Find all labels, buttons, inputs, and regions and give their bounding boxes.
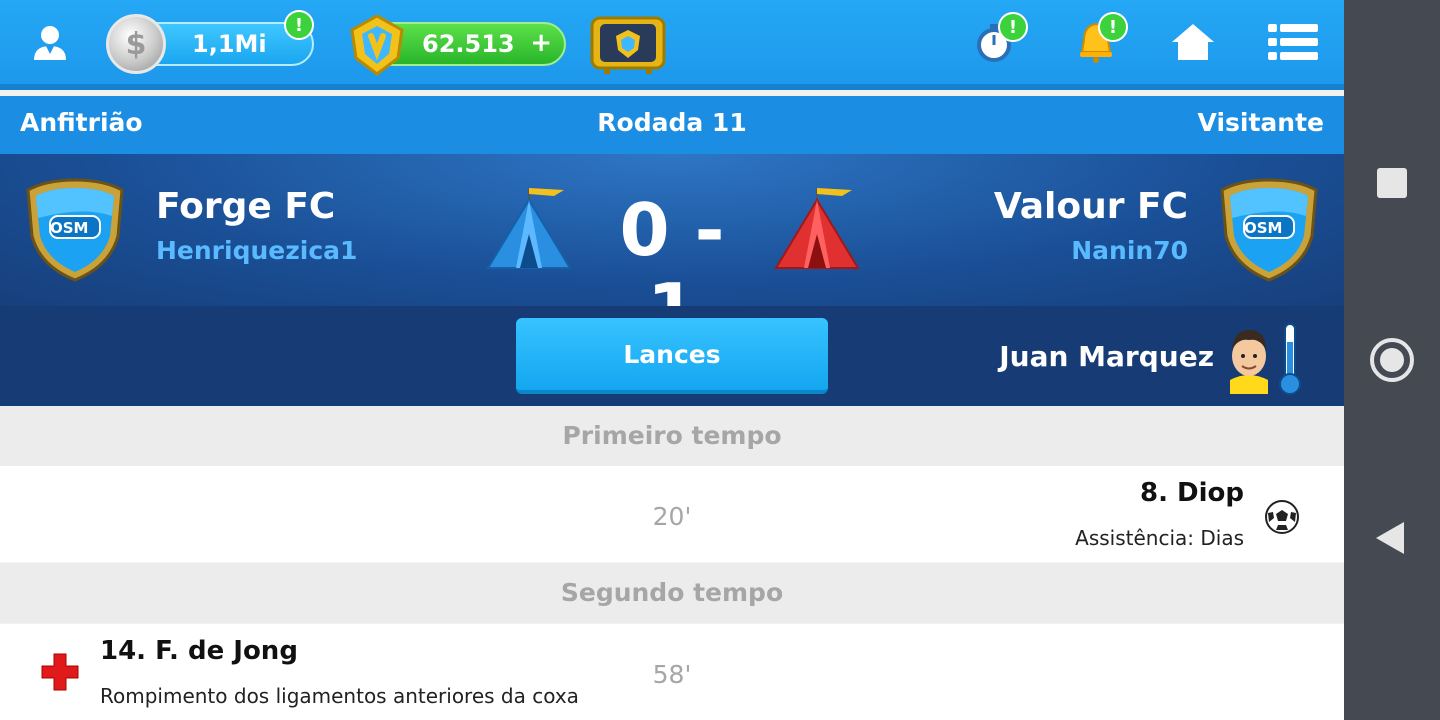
round-label: Rodada 11 — [597, 108, 747, 137]
event-detail: Rompimento dos ligamentos anteriores da … — [100, 684, 579, 708]
referee-avatar-icon[interactable] — [1224, 322, 1274, 394]
event-detail: Assistência: Dias — [1075, 526, 1244, 550]
home-manager-name[interactable]: Henriquezica1 — [156, 236, 357, 265]
boss-coin-icon — [350, 14, 404, 76]
home-nav-icon[interactable] — [1370, 338, 1414, 382]
second-half-header: Segundo tempo — [0, 563, 1344, 623]
thermometer-icon — [1279, 323, 1301, 395]
event-player: 8. Diop — [1140, 478, 1244, 508]
away-team-name[interactable]: Valour FC — [994, 186, 1188, 227]
android-nav-bar — [1344, 0, 1440, 720]
away-stadium-tent-icon — [774, 188, 860, 269]
match-panel: OSM Forge FC Henriquezica1 0 - 1 Valour … — [0, 154, 1344, 350]
app-screen: 1,1Mi $ ! 62.513 + ! ! Anfitrião Rodada … — [0, 0, 1344, 720]
away-manager-name[interactable]: Nanin70 — [1071, 236, 1188, 265]
soccer-ball-icon — [1265, 500, 1299, 534]
menu-list-icon[interactable] — [1266, 20, 1320, 64]
coins-alert-icon[interactable]: ! — [284, 10, 314, 40]
referee-name: Juan Marquez — [999, 340, 1214, 373]
home-badge-text: OSM — [50, 219, 89, 237]
home-stadium-tent-icon — [486, 188, 572, 269]
lances-button[interactable]: Lances — [516, 318, 828, 394]
top-bar: 1,1Mi $ ! 62.513 + ! ! — [0, 0, 1344, 90]
away-badge-text: OSM — [1244, 219, 1283, 237]
profile-icon[interactable] — [30, 22, 70, 62]
add-boss-coins-button[interactable]: + — [530, 28, 552, 58]
video-reward-tv-icon[interactable] — [590, 14, 666, 76]
match-header: Anfitrião Rodada 11 Visitante — [0, 96, 1344, 154]
event-row[interactable]: 14. F. de Jong 58' Rompimento dos ligame… — [0, 624, 1344, 720]
recent-apps-icon[interactable] — [1377, 168, 1407, 198]
first-half-header: Primeiro tempo — [0, 406, 1344, 466]
away-label: Visitante — [1197, 108, 1324, 137]
lances-bar: Lances Juan Marquez — [0, 306, 1344, 406]
home-team-name[interactable]: Forge FC — [156, 186, 335, 227]
dollar-coin-icon: $ — [106, 14, 166, 74]
boss-coins-value: 62.513 — [422, 30, 515, 58]
bell-alert-icon: ! — [1098, 12, 1128, 42]
event-row[interactable]: 20' 8. Diop Assistência: Dias — [0, 466, 1344, 562]
back-nav-icon[interactable] — [1376, 522, 1404, 554]
coins-value: 1,1Mi — [192, 30, 267, 58]
home-icon[interactable] — [1170, 20, 1216, 64]
stopwatch-alert-icon: ! — [998, 12, 1028, 42]
